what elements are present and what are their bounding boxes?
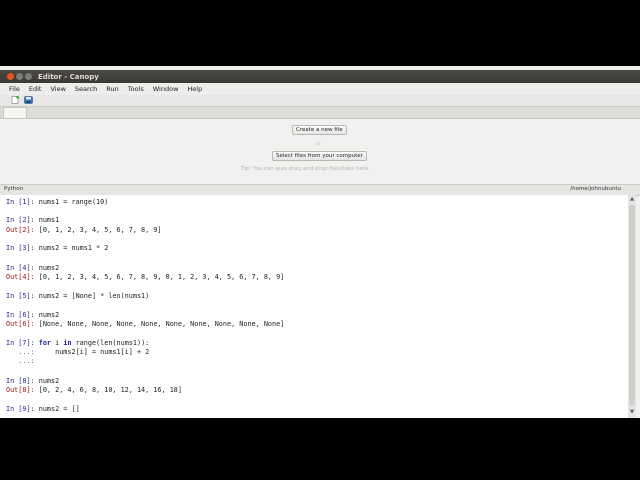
- console-code: nums2 = nums1 * 2: [38, 244, 109, 252]
- console-code: i: [51, 339, 64, 347]
- output-prompt: Out[6]:: [6, 320, 39, 328]
- menu-window[interactable]: Window: [153, 85, 179, 93]
- editor-welcome-panel: Create a new file or Select files from y…: [0, 119, 640, 184]
- output-prompt: Out[8]:: [6, 386, 39, 394]
- input-prompt: In [6]:: [6, 311, 39, 319]
- console-line: In [1]: nums1 = range(10): [6, 198, 108, 206]
- output-prompt: Out[4]:: [6, 273, 39, 281]
- console-line: ...:: [6, 357, 39, 365]
- input-prompt: In [3]:: [6, 244, 39, 252]
- toolbar: [0, 95, 640, 107]
- editor-tabstrip: [0, 107, 640, 119]
- console-line: In [3]: nums2 = nums1 * 2: [6, 244, 108, 252]
- console-code: nums2: [38, 264, 60, 272]
- console-output: [0, 1, 2, 3, 4, 5, 6, 7, 8, 9, 0, 1, 2, …: [38, 273, 285, 281]
- scrollbar-thumb[interactable]: [629, 205, 635, 405]
- menu-view[interactable]: View: [50, 85, 65, 93]
- console-line: Out[6]: [None, None, None, None, None, N…: [6, 320, 284, 328]
- menu-tools[interactable]: Tools: [128, 85, 144, 93]
- console-line: In [2]: nums1: [6, 216, 59, 224]
- console-line: In [7]: for i in range(len(nums1)):: [6, 339, 149, 347]
- console-code: nums2: [38, 377, 60, 385]
- console-code: range(len(nums1)):: [71, 339, 150, 347]
- drag-drop-tip: Tip: You can also drag and drop files/ta…: [241, 166, 371, 172]
- create-new-file-button[interactable]: Create a new file: [292, 125, 347, 135]
- output-prompt: Out[2]:: [6, 226, 39, 234]
- console-line: In [6]: nums2: [6, 311, 59, 319]
- python-console[interactable]: In [1]: nums1 = range(10) In [2]: nums1 …: [0, 195, 628, 418]
- menu-help[interactable]: Help: [187, 85, 202, 93]
- input-prompt: In [1]:: [6, 198, 39, 206]
- input-prompt: In [8]:: [6, 377, 39, 385]
- console-line: In [8]: nums2: [6, 377, 59, 385]
- maximize-window-icon[interactable]: [25, 73, 32, 80]
- input-prompt: In [7]:: [6, 339, 39, 347]
- console-line: Out[8]: [0, 2, 4, 6, 8, 10, 12, 14, 16, …: [6, 386, 182, 394]
- console-code: nums2[i] = nums1[i] + 2: [38, 348, 150, 356]
- input-prompt: In [4]:: [6, 264, 39, 272]
- minimize-window-icon[interactable]: [16, 73, 23, 80]
- console-input-line[interactable]: In [9]: nums2 = []: [6, 405, 80, 413]
- console-code: nums1 = range(10): [38, 198, 109, 206]
- keyword-in: in: [63, 339, 72, 347]
- continuation-prompt: ...:: [6, 348, 39, 356]
- input-prompt: In [5]:: [6, 292, 39, 300]
- console-code: nums2: [38, 311, 60, 319]
- save-icon[interactable]: [24, 96, 33, 104]
- editor-tab[interactable]: [3, 107, 27, 118]
- menu-run[interactable]: Run: [106, 85, 118, 93]
- window-title: Editor - Canopy: [38, 72, 99, 81]
- new-file-icon[interactable]: [11, 96, 20, 104]
- or-separator: or: [316, 141, 322, 147]
- console-line: Out[2]: [0, 1, 2, 3, 4, 5, 6, 7, 8, 9]: [6, 226, 162, 234]
- console-line: ...: nums2[i] = nums1[i] + 2: [6, 348, 149, 356]
- console-code: nums2 = [None] * len(nums1): [38, 292, 150, 300]
- console-output: [0, 2, 4, 6, 8, 10, 12, 14, 16, 18]: [38, 386, 182, 394]
- console-line: In [4]: nums2: [6, 264, 59, 272]
- console-current-input[interactable]: nums2 = []: [39, 405, 80, 413]
- console-output: [None, None, None, None, None, None, Non…: [38, 320, 285, 328]
- console-output: [0, 1, 2, 3, 4, 5, 6, 7, 8, 9]: [38, 226, 162, 234]
- continuation-prompt: ...:: [6, 357, 39, 365]
- scroll-up-icon[interactable]: ▲: [629, 196, 635, 202]
- menu-file[interactable]: File: [9, 85, 20, 93]
- console-line: In [5]: nums2 = [None] * len(nums1): [6, 292, 149, 300]
- close-window-icon[interactable]: [7, 73, 14, 80]
- input-prompt: In [9]:: [6, 405, 39, 413]
- keyword-for: for: [38, 339, 52, 347]
- panel-label: Python: [4, 186, 24, 192]
- select-files-button[interactable]: Select files from your computer: [272, 151, 367, 161]
- console-code: nums1: [38, 216, 60, 224]
- window-titlebar: Editor - Canopy: [0, 70, 640, 83]
- menu-edit[interactable]: Edit: [29, 85, 42, 93]
- input-prompt: In [2]:: [6, 216, 39, 224]
- scroll-down-icon[interactable]: ▼: [629, 409, 635, 415]
- console-line: Out[4]: [0, 1, 2, 3, 4, 5, 6, 7, 8, 9, 0…: [6, 273, 284, 281]
- console-scrollbar[interactable]: ▲ ▼: [628, 195, 636, 418]
- menu-search[interactable]: Search: [75, 85, 97, 93]
- working-directory: /home/johnubuntu: [570, 186, 621, 192]
- menubar: File Edit View Search Run Tools Window H…: [0, 83, 640, 95]
